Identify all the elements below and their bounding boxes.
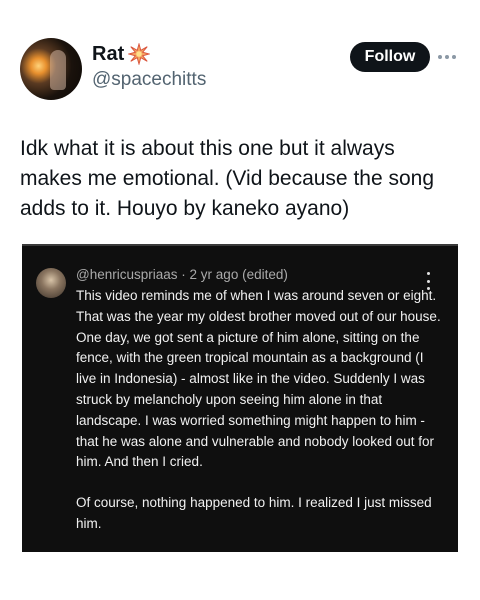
commenter-avatar bbox=[36, 268, 66, 298]
comment-paragraph: Of course, nothing happened to him. I re… bbox=[76, 495, 432, 531]
comment-body: This video reminds me of when I was arou… bbox=[76, 286, 446, 535]
author-avatar[interactable] bbox=[20, 38, 82, 100]
tweet-text: Idk what it is about this one but it alw… bbox=[20, 137, 435, 220]
more-options-icon[interactable] bbox=[438, 48, 460, 66]
author-handle[interactable]: @spacechitts bbox=[92, 68, 206, 92]
follow-button[interactable]: Follow bbox=[350, 42, 430, 72]
meta-separator: · bbox=[181, 267, 186, 282]
comment-meta: @henricuspriaas · 2 yr ago (edited) bbox=[76, 266, 288, 284]
tweet-header: Rat @spacechitts Follow bbox=[20, 38, 460, 102]
commenter-username: @henricuspriaas bbox=[76, 267, 178, 282]
embedded-comment-image[interactable]: @henricuspriaas · 2 yr ago (edited) This… bbox=[22, 244, 458, 552]
author-display-name-row[interactable]: Rat bbox=[92, 42, 206, 66]
author-info: Rat @spacechitts bbox=[92, 42, 206, 92]
author-display-name[interactable]: Rat bbox=[92, 42, 124, 66]
sparkle-burst-icon bbox=[128, 43, 151, 65]
comment-paragraph: This video reminds me of when I was arou… bbox=[76, 288, 441, 470]
comment-time: 2 yr ago (edited) bbox=[189, 267, 288, 282]
